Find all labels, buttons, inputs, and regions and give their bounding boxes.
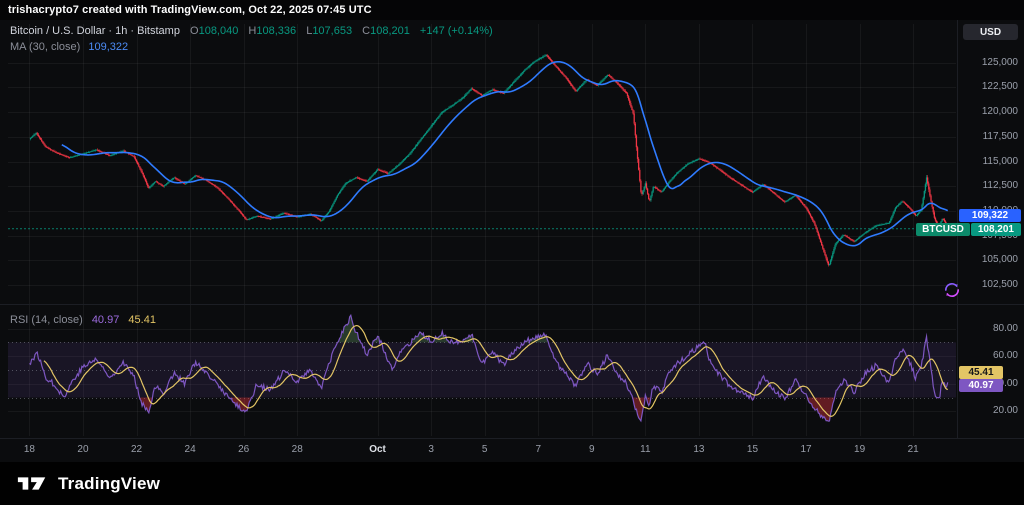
price-tick-label: 112,500 (960, 180, 1018, 191)
price-tick-label: 115,000 (960, 156, 1018, 167)
price-chart-canvas[interactable] (0, 0, 1024, 505)
tradingview-logo-icon[interactable] (16, 473, 50, 495)
time-tick-label: 5 (482, 444, 488, 455)
brand-name[interactable]: TradingView (58, 474, 160, 494)
last-price-value: 108,201 (971, 223, 1021, 236)
symbol-title: Bitcoin / U.S. Dollar · 1h · Bitstamp (10, 25, 180, 37)
price-tick-label: 105,000 (960, 254, 1018, 265)
time-tick-label: 7 (535, 444, 541, 455)
ma-legend[interactable]: MA (30, close) 109,322 (10, 41, 128, 53)
time-tick-label: 26 (238, 444, 249, 455)
ma-legend-value: 109,322 (88, 41, 128, 53)
time-tick-label: 21 (908, 444, 919, 455)
price-tick-label: 122,500 (960, 81, 1018, 92)
price-tick-label: 125,000 (960, 57, 1018, 68)
time-tick-label: 15 (747, 444, 758, 455)
time-tick-label: 3 (428, 444, 434, 455)
rsi-ma-legend-value: 45.41 (128, 314, 156, 326)
symbol-tag: BTCUSD (916, 223, 970, 236)
time-tick-label: 17 (800, 444, 811, 455)
ohlc-open: O108,040 (190, 25, 238, 37)
ma-price-badge: 109,322 (959, 209, 1021, 222)
time-tick-label: 13 (693, 444, 704, 455)
rsi-tick-label: 20.00 (960, 405, 1018, 416)
time-tick-label: 19 (854, 444, 865, 455)
time-tick-label: 22 (131, 444, 142, 455)
attribution-text: trishacrypto7 created with TradingView.c… (8, 4, 372, 16)
price-tick-label: 117,500 (960, 131, 1018, 142)
time-tick-label: Oct (369, 444, 386, 455)
rsi-ma-badge: 45.41 (959, 366, 1003, 379)
rsi-legend[interactable]: RSI (14, close) 40.97 45.41 (10, 314, 156, 326)
time-tick-label: 28 (292, 444, 303, 455)
tradingview-chart-page: trishacrypto7 created with TradingView.c… (0, 0, 1024, 505)
ohlc-low: L107,653 (306, 25, 352, 37)
time-tick-label: 9 (589, 444, 595, 455)
time-tick-label: 24 (185, 444, 196, 455)
symbol-legend[interactable]: Bitcoin / U.S. Dollar · 1h · Bitstamp O1… (10, 25, 493, 37)
rsi-tick-label: 60.00 (960, 350, 1018, 361)
time-tick-label: 18 (24, 444, 35, 455)
pane-separator[interactable] (0, 304, 1024, 305)
time-axis-separator (0, 438, 1024, 439)
time-tick-label: 11 (640, 444, 650, 455)
last-price-badge: BTCUSD 108,201 (916, 223, 1021, 236)
rsi-legend-value: 40.97 (92, 314, 120, 326)
ma-legend-label: MA (30, close) (10, 41, 80, 53)
currency-usd-button[interactable]: USD (963, 24, 1018, 40)
ohlc-high: H108,336 (248, 25, 296, 37)
footer-bar: TradingView (0, 462, 1024, 505)
price-change: +147 (+0.14%) (420, 25, 493, 37)
rsi-badge: 40.97 (959, 379, 1003, 392)
rsi-legend-label: RSI (14, close) (10, 314, 83, 326)
price-tick-label: 120,000 (960, 106, 1018, 117)
time-tick-label: 20 (77, 444, 88, 455)
ohlc-close: C108,201 (362, 25, 410, 37)
refresh-cycle-icon[interactable] (942, 280, 962, 300)
rsi-tick-label: 80.00 (960, 323, 1018, 334)
price-tick-label: 102,500 (960, 279, 1018, 290)
